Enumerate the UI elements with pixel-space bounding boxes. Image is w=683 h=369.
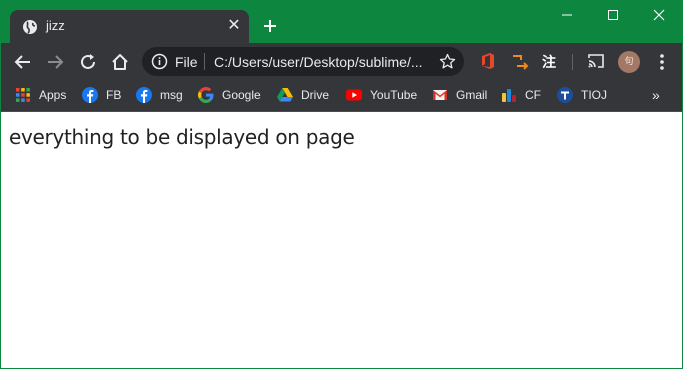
bookmark-label: Apps [39,88,67,102]
bookmark-label: Google [222,88,261,102]
codeforces-icon [501,87,517,103]
maximize-button[interactable] [602,5,624,25]
page-body-text: everything to be displayed on page [9,125,355,149]
bookmark-label: YouTube [370,88,418,102]
bookmark-label: FB [106,88,122,102]
bookmark-star-icon[interactable] [439,53,456,70]
tab-title: jizz [46,18,65,33]
google-icon [198,87,214,103]
tioj-icon [557,87,573,103]
drive-icon [277,87,293,103]
page-viewport: everything to be displayed on page [1,112,682,368]
zhuyin-extension-icon[interactable]: 注 [542,52,556,72]
facebook-icon [136,87,152,103]
info-icon[interactable] [151,53,168,70]
bookmark-fb[interactable]: FB [82,85,121,105]
home-icon[interactable] [109,51,131,73]
bookmarks-overflow-icon[interactable]: » [652,87,660,103]
url-text[interactable]: C:/Users/user/Desktop/sublime/... [214,54,423,70]
address-bar[interactable]: File C:/Users/user/Desktop/sublime/... [142,47,464,76]
reload-icon[interactable] [77,51,99,73]
minimize-button[interactable] [556,5,578,25]
scheme-label: File [175,54,198,70]
omnibox-divider [204,53,205,70]
bookmark-label: Gmail [456,88,488,102]
apps-grid-icon [15,87,31,103]
bookmarks-bar: Apps FB msg Google Drive YouTube Gmail C… [1,81,682,112]
bookmark-youtube[interactable]: YouTube [346,85,417,105]
window-close-button[interactable] [648,5,670,25]
bookmark-msg[interactable]: msg [136,85,183,105]
new-tab-button[interactable] [259,15,281,37]
toolbar-divider [572,54,573,70]
profile-avatar[interactable]: 句 [618,51,640,73]
bookmark-tioj[interactable]: TIOJ [557,85,607,105]
bookmark-label: msg [160,88,183,102]
bookmark-cf[interactable]: CF [501,85,541,105]
bookmark-label: TIOJ [581,88,607,102]
tab-strip: jizz ✕ [1,0,682,43]
tab-close-icon[interactable]: ✕ [225,17,243,35]
bookmark-label: Drive [301,88,330,102]
bookmark-label: CF [525,88,541,102]
tab-jizz[interactable]: jizz ✕ [10,10,249,43]
cast-icon[interactable] [587,52,605,70]
bookmark-gmail[interactable]: Gmail [432,85,487,105]
translate-extension-icon[interactable] [511,52,529,70]
globe-icon [22,19,38,35]
bookmark-drive[interactable]: Drive [277,85,329,105]
bookmark-apps[interactable]: Apps [15,85,66,105]
forward-arrow-icon[interactable] [44,51,66,73]
office-extension-icon[interactable] [479,52,497,70]
menu-kebab-icon[interactable] [651,51,673,73]
gmail-icon [432,87,448,103]
toolbar: File C:/Users/user/Desktop/sublime/... 注… [1,43,682,81]
back-arrow-icon[interactable] [12,51,34,73]
facebook-icon [82,87,98,103]
youtube-icon [346,87,362,103]
bookmark-google[interactable]: Google [198,85,261,105]
browser-window: jizz ✕ File C:/Users/user/Desktop/sublim… [1,0,682,368]
